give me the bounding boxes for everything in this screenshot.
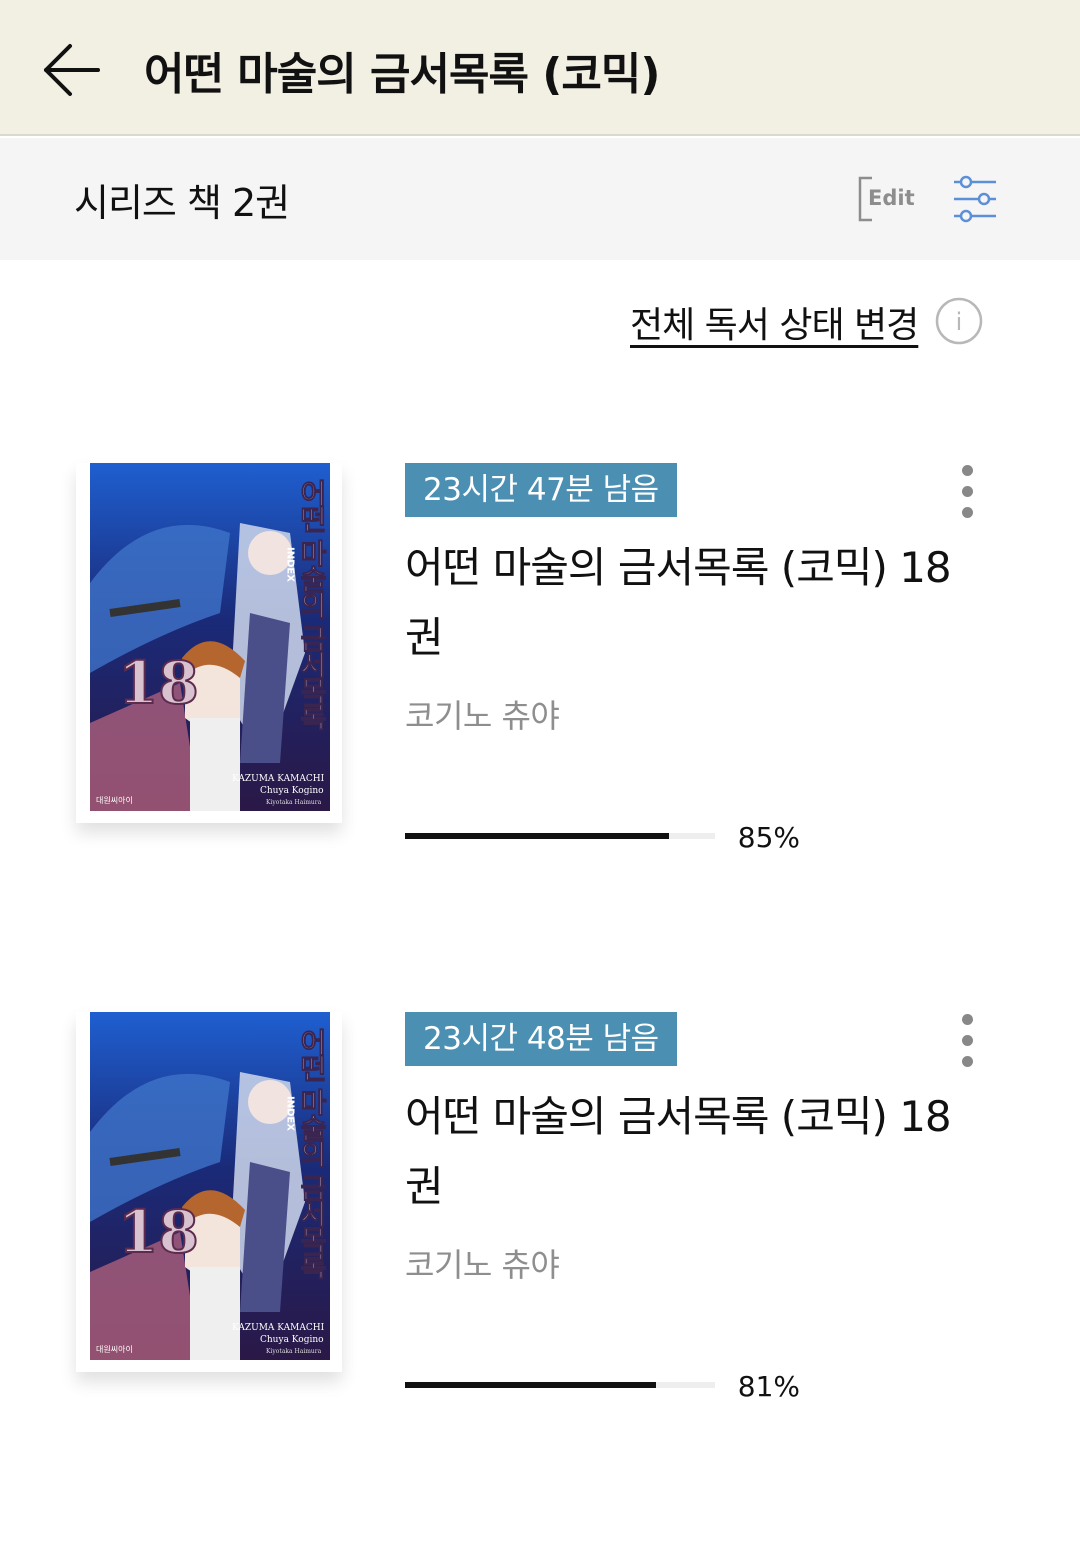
info-icon-glyph: i (956, 308, 963, 336)
page-title: 어떤 마술의 금서목록 (코믹) (144, 49, 660, 100)
book-cover[interactable]: 18 어떤 마술의 금서목록 INDEX KAZUMA KAMACHI Chuy… (90, 1012, 330, 1360)
cover-art: 18 어떤 마술의 금서목록 INDEX KAZUMA KAMACHI Chuy… (90, 463, 330, 811)
cover-art: 18 어떤 마술의 금서목록 INDEX KAZUMA KAMACHI Chuy… (90, 1012, 330, 1360)
rental-time-badge: 23시간 47분 남음 (405, 463, 677, 517)
cover-writer: KAZUMA KAMACHI (232, 1323, 325, 1333)
app-header: 어떤 마술의 금서목록 (코믹) (0, 0, 1080, 136)
progress-fill (405, 1382, 657, 1388)
filter-sliders-icon (954, 175, 996, 223)
cover-title: 어떤 마술의 금서목록 (296, 1028, 329, 1279)
more-options-button[interactable] (948, 1012, 988, 1072)
book-title[interactable]: 어떤 마술의 금서목록 (코믹) 18권 (405, 1082, 965, 1222)
more-options-button[interactable] (948, 463, 988, 523)
book-author: 코기노 츄야 (405, 697, 560, 735)
cover-publisher: 대원씨아이 (96, 795, 133, 805)
cover-title: 어떤 마술의 금서목록 (296, 479, 329, 730)
dot-icon (962, 465, 973, 476)
book-list-item: 18 어떤 마술의 금서목록 INDEX KAZUMA KAMACHI Chuy… (0, 463, 1080, 903)
dot-icon (962, 486, 973, 497)
filter-button[interactable] (948, 174, 1002, 224)
progress-percent: 85% (737, 821, 800, 854)
dot-icon (962, 1056, 973, 1067)
info-icon: i (935, 297, 983, 345)
cover-artist: Chuya Kogino (260, 786, 324, 796)
book-cover[interactable]: 18 어떤 마술의 금서목록 INDEX KAZUMA KAMACHI Chuy… (90, 463, 330, 811)
cover-artist: Chuya Kogino (260, 1335, 324, 1345)
cover-writer: KAZUMA KAMACHI (232, 774, 325, 784)
progress-fill (405, 833, 669, 839)
arrow-left-icon (44, 44, 100, 96)
dot-icon (962, 1035, 973, 1046)
reading-progress-bar (405, 833, 715, 839)
info-button[interactable]: i (934, 296, 984, 346)
dot-icon (962, 507, 973, 518)
reading-progress-bar (405, 1382, 715, 1388)
book-title[interactable]: 어떤 마술의 금서목록 (코믹) 18권 (405, 533, 965, 673)
cover-index-label: INDEX (285, 1096, 296, 1131)
cover-character: Kiyotaka Haimura (266, 799, 322, 806)
progress-percent: 81% (737, 1370, 800, 1403)
change-all-status-link[interactable]: 전체 독서 상태 변경 (630, 296, 919, 348)
book-list-item: 18 어떤 마술의 금서목록 INDEX KAZUMA KAMACHI Chuy… (0, 1012, 1080, 1452)
book-author: 코기노 츄야 (405, 1246, 560, 1284)
cover-volume: 18 (118, 649, 199, 717)
series-count: 시리즈 책 2권 (74, 181, 290, 225)
cover-publisher: 대원씨아이 (96, 1344, 133, 1354)
edit-button[interactable]: Edit (858, 176, 915, 222)
rental-time-badge: 23시간 48분 남음 (405, 1012, 677, 1066)
back-button[interactable] (36, 36, 108, 108)
dot-icon (962, 1014, 973, 1025)
cover-index-label: INDEX (285, 547, 296, 582)
cover-character: Kiyotaka Haimura (266, 1348, 322, 1355)
edit-label: Edit (868, 186, 915, 210)
cover-volume: 18 (118, 1198, 199, 1266)
